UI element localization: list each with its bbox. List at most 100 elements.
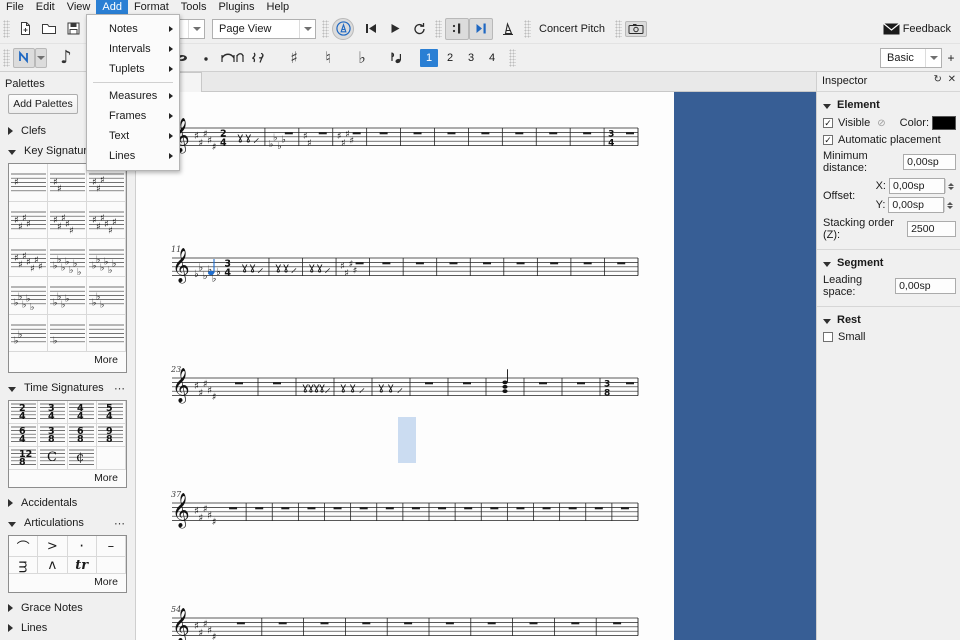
palette-cell-timesig[interactable]: 12 8 [9, 447, 39, 470]
offset-y-field[interactable]: 0,00sp [888, 197, 945, 213]
palette-cell-keysig[interactable]: ♭ ♭ ♭ ♭ ♭ ♭ [87, 239, 126, 277]
toolbar-grip-4[interactable] [435, 19, 442, 38]
palette-more-key-signatures[interactable]: More [9, 352, 126, 372]
menu-item-measures[interactable]: Measures [87, 86, 179, 106]
palette-cell-timesig[interactable]: 38 [38, 424, 68, 447]
palette-cell-keysig[interactable]: ♯ ♯ ♯ ♯ ♯ [48, 201, 87, 240]
toolbar-grip-7[interactable] [3, 48, 10, 67]
menu-item-intervals[interactable]: Intervals [87, 39, 179, 59]
toolbar-grip-6[interactable] [615, 19, 623, 38]
visible-checkbox[interactable]: ✓ [823, 118, 833, 128]
palette-cell-keysig[interactable]: ♭ [48, 314, 87, 353]
palette-cell-keysig[interactable]: ♭ ♭ ♭ ♭ ♭ ♭ ♭ [48, 239, 87, 277]
leading-space-field[interactable]: 0,00sp [895, 278, 956, 294]
score-notation[interactable]: 𝄞 ♯♯♯♯♯24 ɣ ɣ ⸝ ♭♭♭♭ ♯♯♯♯♯♯3411𝄞 ♭♭♭♭♭♭34 ɣ ɣ ⸝ ɣ ɣ ⸝… [136, 92, 674, 640]
flat-accidental-button[interactable]: ♭ [350, 47, 374, 69]
minimum-distance-field[interactable]: 0,00sp [903, 154, 956, 170]
flip-direction-icon[interactable] [384, 47, 408, 69]
palette-cell-articulation[interactable]: – [96, 536, 126, 557]
palette-header-time-signatures[interactable]: Time Signatures ⋯ [0, 379, 135, 397]
inspector-section-rest[interactable]: Rest [817, 311, 960, 329]
palette-cell-keysig[interactable]: ♭ ♭ [9, 314, 48, 353]
menu-item-notes[interactable]: Notes [87, 19, 179, 39]
palette-cell-articulation[interactable]: tr [67, 557, 97, 574]
add-palettes-button[interactable]: Add Palettes [8, 94, 78, 114]
menu-item-frames[interactable]: Frames [87, 106, 179, 126]
camera-image-capture-icon[interactable] [625, 20, 648, 37]
palette-cell-timesig[interactable]: 44 [67, 401, 97, 424]
palette-header-grace-notes[interactable]: Grace Notes [0, 599, 135, 617]
loop-in-marker-icon[interactable] [445, 17, 469, 40]
palette-cell-keysig[interactable]: ♯ [9, 164, 48, 202]
palette-cell-timesig[interactable]: 98 [96, 424, 126, 447]
palette-cell-articulation[interactable]: ʌ [38, 557, 68, 574]
close-icon[interactable]: ✕ [948, 74, 956, 85]
palette-cell-timesig[interactable]: 54 [96, 401, 126, 424]
automatic-placement-checkbox[interactable]: ✓ [823, 135, 833, 145]
palette-menu-icon[interactable]: ⋯ [114, 382, 126, 395]
natural-accidental-button[interactable]: ♮ [316, 47, 340, 69]
chevron-down-icon[interactable] [35, 47, 47, 68]
offset-y-stepper[interactable] [944, 198, 955, 212]
menu-item-text[interactable]: Text [87, 126, 179, 146]
color-swatch[interactable] [932, 116, 956, 130]
palette-cell-keysig[interactable]: ♯ ♯ ♯ ♯ [9, 201, 48, 240]
sixteenth-note-icon[interactable]: ♪ [54, 47, 78, 69]
palette-cell-articulation[interactable]: > [38, 536, 68, 557]
play-icon[interactable] [383, 18, 407, 40]
menu-item-lines[interactable]: Lines [87, 146, 179, 166]
menu-view[interactable]: View [61, 0, 97, 14]
chevron-down-icon[interactable] [925, 48, 941, 67]
menu-help[interactable]: Help [261, 0, 296, 14]
menu-file[interactable]: File [0, 0, 30, 14]
envelope-icon[interactable] [881, 18, 903, 40]
inspector-section-segment[interactable]: Segment [817, 254, 960, 272]
reset-icon[interactable]: ↻ [933, 74, 941, 85]
score-page[interactable]: 𝄞 ♯ ♯ ♯ ♯ ♯ 2 4 ɣ ɣ ⸝ ♭ ♭ ♭ ♭ ♯ ♯ ♯ ♯ ♯ ♯ 3 4 11 𝄞 ♭ ♭ ♭ ♭ ♭ ♭ 3 4 ɣ ɣ ⸝ ɣ ɣ ⸝… [136, 92, 674, 640]
sharp-accidental-button[interactable]: ♯ [282, 47, 306, 69]
metronome-icon[interactable] [332, 17, 354, 40]
palette-cell-keysig[interactable]: ♯ ♯ [48, 164, 87, 202]
menu-tools[interactable]: Tools [175, 0, 213, 14]
menu-plugins[interactable]: Plugins [212, 0, 260, 14]
voice-4-button[interactable]: 4 [483, 49, 501, 67]
concert-pitch-button[interactable]: Concert Pitch [539, 23, 605, 35]
menu-item-tuplets[interactable]: Tuplets [87, 59, 179, 79]
palette-cell-keysig[interactable] [87, 314, 126, 353]
stacking-order-field[interactable]: 2500 [907, 221, 956, 237]
inspector-section-element[interactable]: Element [817, 96, 960, 114]
palette-cell-articulation[interactable]: ᴟ [9, 557, 39, 574]
palette-menu-icon[interactable]: ⋯ [114, 517, 126, 530]
palette-cell-keysig[interactable]: ♭ ♭ ♭ ♭ ♭ [9, 276, 48, 315]
palette-cell-articulation[interactable]: ⌒ [9, 536, 39, 557]
palette-cell-keysig[interactable]: ♭ ♭ ♭ ♭ [48, 276, 87, 315]
palette-cell-timesig[interactable]: 34 [38, 401, 68, 424]
palette-cell-articulation[interactable]: · [67, 536, 97, 557]
note-input-pencil-icon[interactable] [13, 47, 35, 68]
augmentation-dot-icon[interactable] [194, 47, 218, 69]
palette-cell-keysig[interactable]: ♭ ♭ ♭ [87, 276, 126, 315]
view-mode-combo[interactable]: Page View [212, 18, 316, 39]
palette-cell-timesig[interactable]: ¢ [67, 447, 97, 470]
feedback-button[interactable]: Feedback [903, 23, 951, 35]
chevron-down-icon[interactable] [299, 19, 315, 38]
voice-3-button[interactable]: 3 [462, 49, 480, 67]
rewind-to-start-icon[interactable] [359, 18, 383, 40]
small-checkbox[interactable] [823, 332, 833, 342]
palette-header-lines[interactable]: Lines [0, 619, 135, 637]
chevron-down-icon[interactable] [188, 19, 204, 38]
palette-header-articulations[interactable]: Articulations ⋯ [0, 514, 135, 532]
menu-add[interactable]: Add [96, 0, 128, 14]
palette-cell-timesig[interactable]: 68 [67, 424, 97, 447]
new-file-icon[interactable] [13, 18, 37, 40]
palette-cell-timesig[interactable] [96, 447, 126, 470]
palette-more-articulations[interactable]: More [9, 574, 126, 592]
palette-cell-keysig[interactable]: ♯ ♯ ♯ ♯ ♯ ♯ ♯ [9, 239, 48, 277]
palette-more-time-signatures[interactable]: More [9, 470, 126, 487]
offset-x-stepper[interactable] [945, 179, 956, 193]
score-area[interactable]: ✕ 𝄞♯♯♯♯♯24ɣɣ⸝♭♭♭♭♯♯♯♯♯♯3411𝄞♭♭♭♭♭♭34ɣɣ⸝ɣ… [136, 72, 816, 640]
loop-out-marker-icon[interactable] [469, 17, 493, 40]
offset-x-field[interactable]: 0,00sp [889, 178, 945, 194]
voice-2-button[interactable]: 2 [441, 49, 459, 67]
open-folder-icon[interactable] [37, 18, 61, 40]
